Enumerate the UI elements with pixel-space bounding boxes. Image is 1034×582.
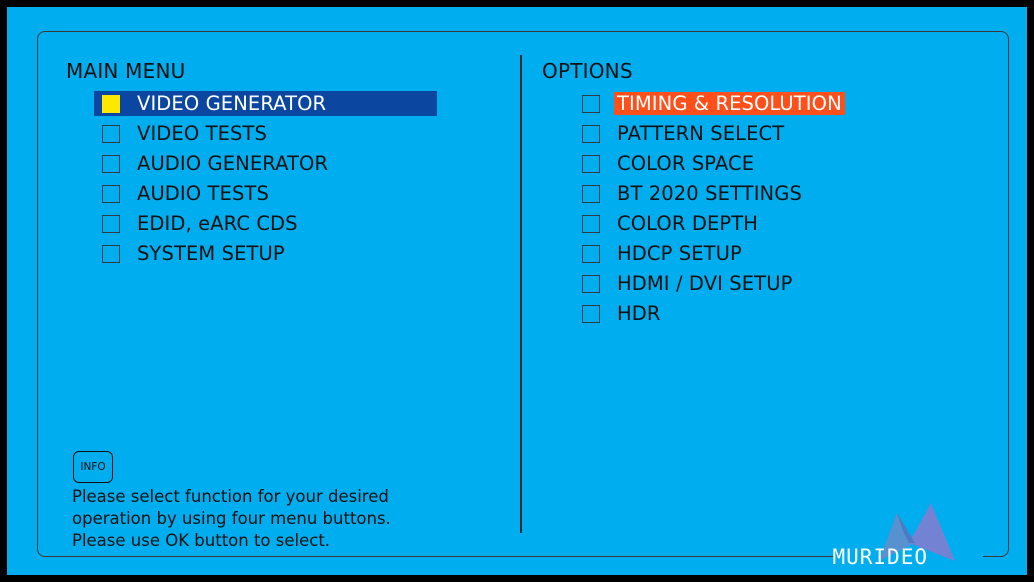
checkbox-icon <box>582 184 600 203</box>
option-item-label: TIMING & RESOLUTION <box>614 92 845 115</box>
menu-item-label: EDID, eARC CDS <box>137 212 298 235</box>
info-button-label: INFO <box>80 461 106 473</box>
option-item-color-space[interactable]: COLOR SPACE <box>582 151 754 176</box>
checkbox-icon <box>102 184 120 203</box>
option-item-timing-resolution[interactable]: TIMING & RESOLUTION <box>582 91 845 116</box>
checkbox-icon <box>102 124 120 143</box>
option-item-color-depth[interactable]: COLOR DEPTH <box>582 211 758 236</box>
checkbox-checked-icon <box>102 94 120 113</box>
option-item-label: BT 2020 SETTINGS <box>617 182 802 205</box>
help-line: Please use OK button to select. <box>72 531 331 550</box>
option-item-hdmi-dvi-setup[interactable]: HDMI / DVI SETUP <box>582 271 792 296</box>
option-item-label: HDMI / DVI SETUP <box>617 272 793 295</box>
menu-item-video-tests[interactable]: VIDEO TESTS <box>94 121 437 146</box>
option-item-bt2020-settings[interactable]: BT 2020 SETTINGS <box>582 181 802 206</box>
options-title: OPTIONS <box>542 59 633 83</box>
checkbox-icon <box>582 304 600 323</box>
checkbox-icon <box>582 244 600 263</box>
checkbox-icon <box>102 214 120 233</box>
column-divider <box>520 55 522 533</box>
menu-item-video-generator[interactable]: VIDEO GENERATOR <box>94 91 437 116</box>
option-item-label: HDR <box>617 302 661 325</box>
checkbox-icon <box>582 94 600 113</box>
menu-item-label: AUDIO GENERATOR <box>137 152 329 175</box>
checkbox-icon <box>582 124 600 143</box>
menu-item-audio-tests[interactable]: AUDIO TESTS <box>94 181 437 206</box>
option-item-hdr[interactable]: HDR <box>582 301 661 326</box>
info-button[interactable]: INFO <box>73 451 113 483</box>
menu-item-label: AUDIO TESTS <box>137 182 269 205</box>
option-item-label: HDCP SETUP <box>617 242 742 265</box>
menu-item-label: VIDEO GENERATOR <box>137 92 327 115</box>
menu-item-label: SYSTEM SETUP <box>137 242 285 265</box>
menu-item-label: VIDEO TESTS <box>137 122 267 145</box>
menu-item-system-setup[interactable]: SYSTEM SETUP <box>94 241 437 266</box>
help-line: operation by using four menu buttons. <box>72 509 391 528</box>
menu-item-edid-earc-cds[interactable]: EDID, eARC CDS <box>94 211 437 236</box>
checkbox-icon <box>102 154 120 173</box>
option-item-label: COLOR DEPTH <box>617 212 758 235</box>
checkbox-icon <box>582 154 600 173</box>
option-item-hdcp-setup[interactable]: HDCP SETUP <box>582 241 742 266</box>
brand-logo: MURIDEO <box>832 503 983 569</box>
checkbox-icon <box>102 244 120 263</box>
menu-item-audio-generator[interactable]: AUDIO GENERATOR <box>94 151 437 176</box>
main-menu-title: MAIN MENU <box>66 59 186 83</box>
brand-name: MURIDEO <box>832 545 928 569</box>
option-item-label: COLOR SPACE <box>617 152 755 175</box>
checkbox-icon <box>582 214 600 233</box>
help-text: Please select function for your desired … <box>72 486 472 552</box>
screen: MAIN MENU VIDEO GENERATOR VIDEO TESTS AU… <box>7 7 1027 575</box>
option-item-pattern-select[interactable]: PATTERN SELECT <box>582 121 784 146</box>
help-line: Please select function for your desired <box>72 487 389 506</box>
option-item-label: PATTERN SELECT <box>617 122 785 145</box>
checkbox-icon <box>582 274 600 293</box>
